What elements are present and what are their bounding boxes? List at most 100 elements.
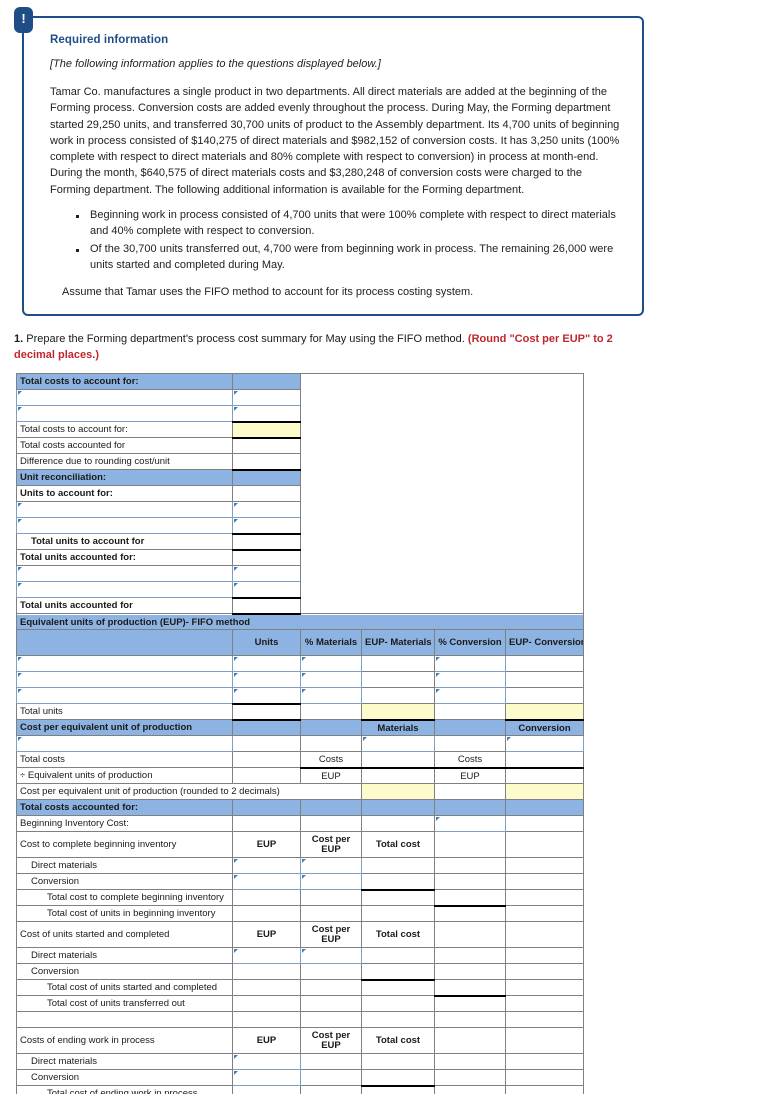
beginning-inventory-cost-value[interactable] [434, 815, 506, 833]
costs-to-account-entry-2-value[interactable] [232, 405, 301, 423]
ctcb-dm-cost-per-eup[interactable] [300, 857, 362, 875]
row-label-ctcb-direct-materials: Direct materials [16, 857, 233, 875]
cewip-dm-c5 [434, 1053, 506, 1071]
eup-row-2-pct-materials[interactable] [300, 671, 362, 689]
total-units-accounted-for-header-value[interactable] [232, 549, 301, 567]
eup-row-1-units[interactable] [232, 655, 301, 673]
divide-eup-materials-value[interactable] [361, 767, 435, 785]
tcewip-c2 [232, 1085, 301, 1094]
difference-rounding-value[interactable] [232, 453, 301, 471]
cusc-conv-cost-per-eup[interactable] [300, 963, 362, 981]
cost-per-eup-rounded-materials[interactable] [361, 783, 435, 801]
tcsc-c5[interactable] [434, 979, 506, 997]
eup-row-2-units[interactable] [232, 671, 301, 689]
costs-to-account-entry-1-value[interactable] [232, 389, 301, 407]
cusc-dm-cost-per-eup[interactable] [300, 947, 362, 965]
ctcb-conv-total-cost[interactable] [361, 873, 435, 891]
table-row [16, 1011, 584, 1029]
ctcb-conv-eup[interactable] [232, 873, 301, 891]
tca-spacer-4 [434, 799, 506, 817]
units-to-account-for-value[interactable] [232, 485, 301, 503]
eup-row-2-eup-conversion[interactable] [505, 671, 584, 689]
eup-row-2-label[interactable] [16, 671, 233, 689]
eup-row-1-label[interactable] [16, 655, 233, 673]
cost-per-eup-entry-units[interactable] [232, 735, 301, 753]
cusc-conv-total-cost[interactable] [361, 963, 435, 981]
eup-row-3-eup-materials[interactable] [361, 687, 435, 705]
units-to-account-entry-1-value[interactable] [232, 501, 301, 519]
tccb-total-cost[interactable] [361, 889, 435, 907]
cewip-dm-eup[interactable] [232, 1053, 301, 1071]
units-to-account-entry-2-label[interactable] [16, 517, 233, 535]
cusc-conv-c5 [434, 963, 506, 981]
tcto-c5[interactable] [434, 995, 506, 1013]
total-units-eup-conversion[interactable] [505, 703, 584, 721]
table-row: Total cost to complete beginning invento… [16, 889, 584, 907]
costs-to-account-entry-1-label[interactable] [16, 389, 233, 407]
divide-eup-conversion-value[interactable] [505, 767, 584, 785]
ctcb-dm-total-cost[interactable] [361, 857, 435, 875]
eup-row-1-pct-conversion[interactable] [434, 655, 506, 673]
total-units-to-account-for-value[interactable] [232, 532, 301, 551]
cusc-dm-total-cost[interactable] [361, 947, 435, 965]
units-accounted-entry-1-value[interactable] [232, 565, 301, 583]
eup-row-1-pct-materials[interactable] [300, 655, 362, 673]
tcub-total-cost[interactable] [361, 905, 435, 923]
eup-row-1-eup-materials[interactable] [361, 655, 435, 673]
cusc-header-eup: EUP [232, 921, 301, 949]
cewip-conv-total-cost[interactable] [361, 1069, 435, 1087]
eup-row-3-pct-materials[interactable] [300, 687, 362, 705]
total-units-eup-materials[interactable] [361, 703, 435, 721]
eup-row-2-pct-conversion[interactable] [434, 671, 506, 689]
eup-row-3-pct-conversion[interactable] [434, 687, 506, 705]
cost-per-eup-entry-label[interactable] [16, 735, 233, 753]
tcewip-total-cost[interactable] [361, 1085, 435, 1094]
units-to-account-entry-1-label[interactable] [16, 501, 233, 519]
eup-row-3-label[interactable] [16, 687, 233, 705]
ctcb-dm-eup[interactable] [232, 857, 301, 875]
process-cost-summary-table: Total costs to account for: Total costs … [16, 373, 584, 1094]
question-number: 1. [14, 332, 24, 345]
tcsc-total-cost[interactable] [361, 979, 435, 997]
total-costs-to-account-value[interactable] [232, 420, 301, 439]
total-units-units-value[interactable] [232, 702, 301, 721]
row-label-total-cost-units-beginning: Total cost of units in beginning invento… [16, 905, 233, 923]
tcto-total-cost[interactable] [361, 995, 435, 1013]
tcub-c5[interactable] [434, 905, 506, 923]
total-units-accounted-for-value[interactable] [232, 596, 301, 615]
eup-row-3-units[interactable] [232, 687, 301, 705]
costs-to-account-entry-2-label[interactable] [16, 405, 233, 423]
cewip-dm-total-cost[interactable] [361, 1053, 435, 1071]
eup-row-2-eup-materials[interactable] [361, 671, 435, 689]
cost-per-eup-entry-pct-materials[interactable] [300, 735, 362, 753]
cost-per-eup-entry-materials[interactable] [361, 735, 435, 753]
cusc-conv-eup[interactable] [232, 963, 301, 981]
units-to-account-entry-2-value[interactable] [232, 517, 301, 535]
cusc-dm-c5 [434, 947, 506, 965]
cusc-dm-eup[interactable] [232, 947, 301, 965]
eup-row-3-eup-conversion[interactable] [505, 687, 584, 705]
eup-row-1-eup-conversion[interactable] [505, 655, 584, 673]
row-label-cost-units-started-completed: Cost of units started and completed [16, 921, 233, 949]
cost-per-eup-spacer-3 [434, 719, 506, 737]
cewip-dm-cost-per-eup[interactable] [300, 1053, 362, 1071]
cost-per-eup-rounded-conversion[interactable] [505, 783, 584, 801]
cewip-conv-cost-per-eup[interactable] [300, 1069, 362, 1087]
cost-per-eup-entry-conversion[interactable] [505, 735, 584, 753]
table-row: Conversion [16, 873, 584, 891]
total-costs-materials-value[interactable] [361, 751, 435, 769]
units-accounted-entry-1-label[interactable] [16, 565, 233, 583]
row-label-total-costs: Total costs [16, 751, 233, 769]
total-costs-accounted-value[interactable] [232, 437, 301, 455]
total-costs-conversion-value[interactable] [505, 751, 584, 769]
cost-per-eup-entry-pct-conversion[interactable] [434, 735, 506, 753]
row-label-total-cost-complete-beginning: Total cost to complete beginning invento… [16, 889, 233, 907]
tccb-c5[interactable] [434, 889, 506, 907]
tcewip-c5[interactable] [434, 1085, 506, 1094]
units-accounted-entry-2-value[interactable] [232, 581, 301, 599]
ctcb-conv-cost-per-eup[interactable] [300, 873, 362, 891]
units-accounted-entry-2-label[interactable] [16, 581, 233, 599]
table-row: Direct materials [16, 1053, 584, 1071]
cewip-header-cost-per-eup: Cost per EUP [300, 1027, 362, 1055]
cewip-conv-eup[interactable] [232, 1069, 301, 1087]
